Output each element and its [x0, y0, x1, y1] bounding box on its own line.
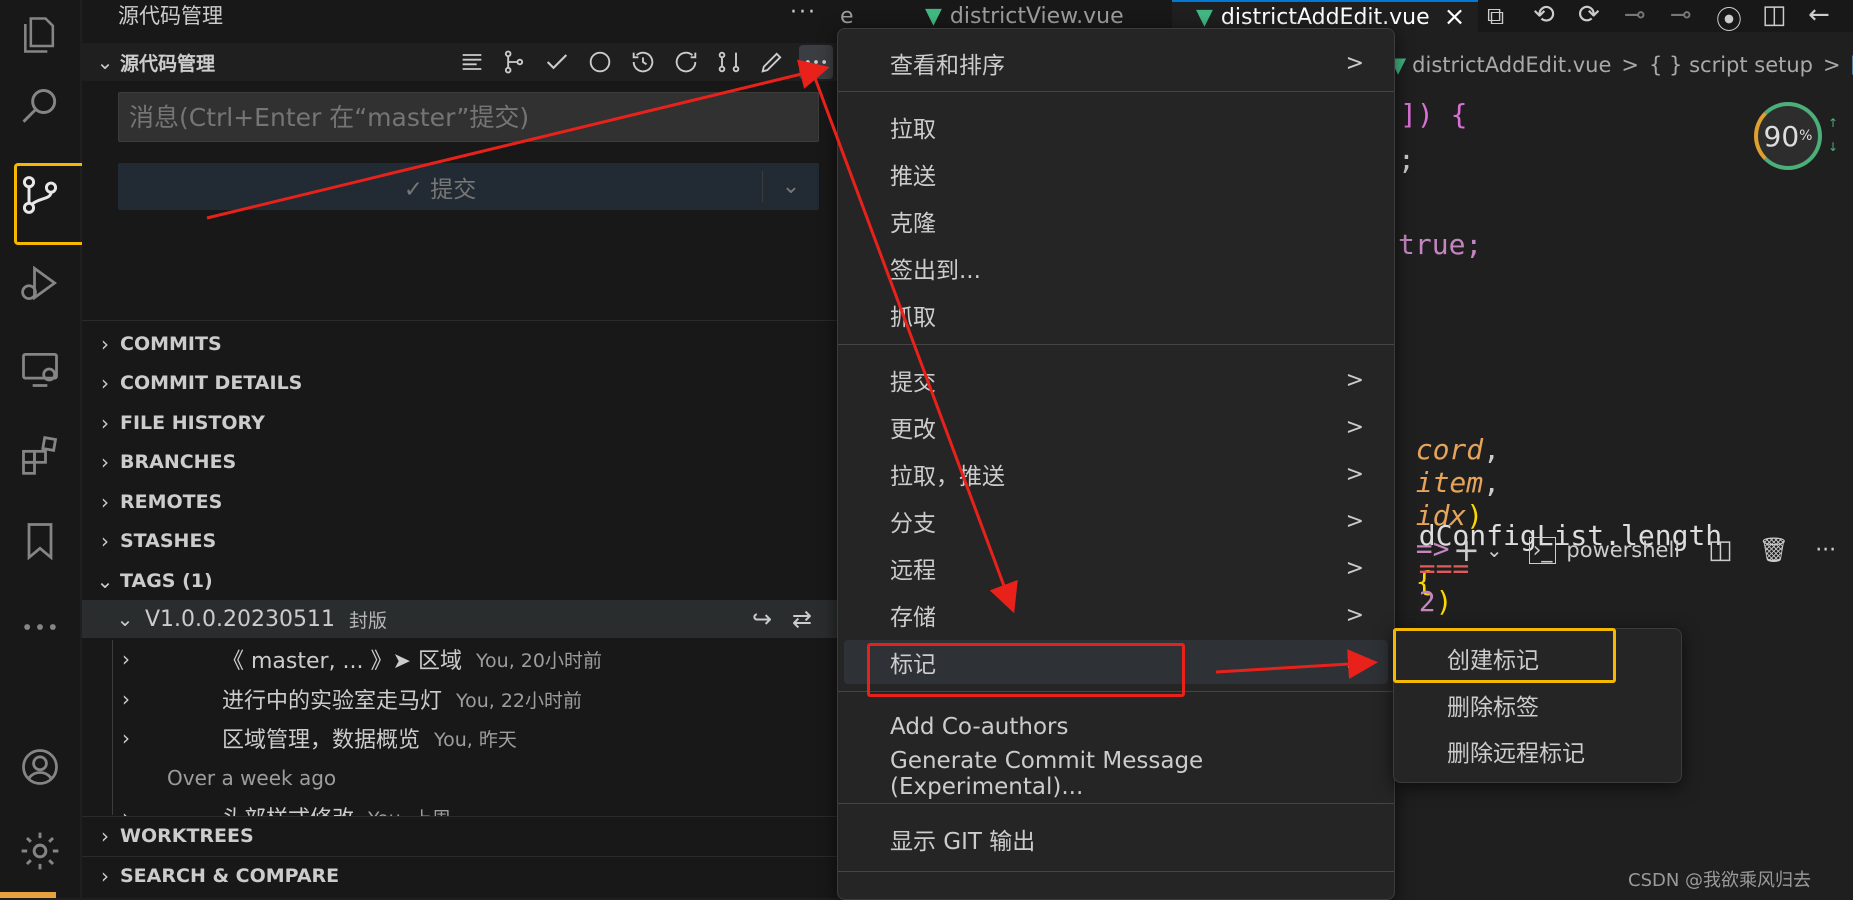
arrow-to-tags-menu — [810, 69, 1018, 614]
arrow-to-submenu — [1215, 649, 1378, 680]
arrow-to-more-actions — [206, 59, 830, 220]
annotation-arrows — [206, 59, 1378, 680]
watermark: CSDN @我欲乘风归去 — [1628, 870, 1812, 891]
